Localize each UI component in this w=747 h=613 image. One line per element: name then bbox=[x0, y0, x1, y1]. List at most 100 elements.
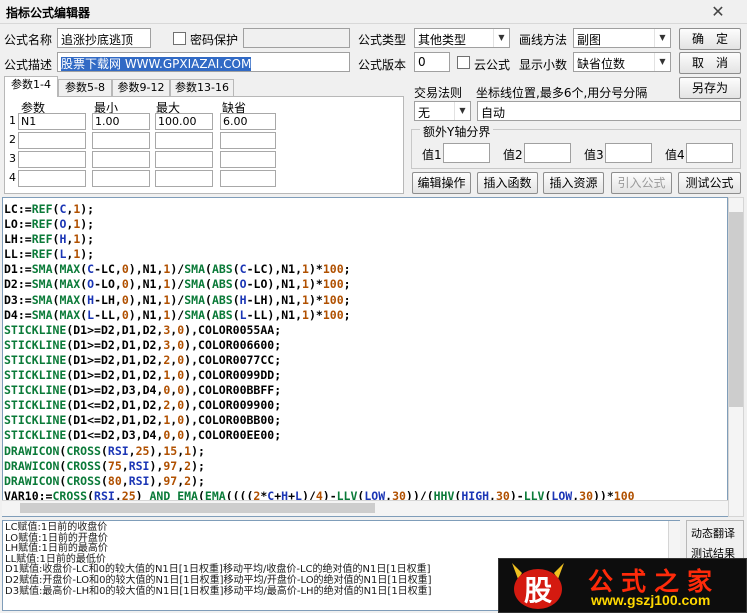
code-line: DRAWICON(CROSS(75,RSI),97,2); bbox=[4, 458, 205, 473]
chevron-down-icon: ▼ bbox=[654, 53, 670, 71]
formula-name-label: 公式名称 bbox=[4, 33, 53, 47]
formula-version-label: 公式版本 bbox=[358, 58, 407, 72]
password-label: 密码保护 bbox=[190, 33, 239, 47]
param-4-default[interactable] bbox=[220, 170, 276, 187]
code-line: LL:=REF(L,1); bbox=[4, 247, 95, 262]
y-value-4-label: 值4 bbox=[665, 148, 685, 162]
param-row-number: 2 bbox=[9, 133, 16, 146]
param-row-number: 4 bbox=[9, 171, 16, 184]
trade-rule-label: 交易法则 bbox=[414, 86, 463, 100]
insert-function-button[interactable]: 插入函数 bbox=[477, 172, 538, 194]
formula-version-input[interactable]: 0 bbox=[414, 52, 450, 72]
param-3-name[interactable] bbox=[18, 151, 86, 168]
param-1-max[interactable]: 100.00 bbox=[155, 113, 213, 130]
ok-button[interactable]: 确 定 bbox=[679, 28, 741, 50]
chevron-down-icon: ▼ bbox=[493, 29, 509, 47]
save-as-button[interactable]: 另存为 bbox=[679, 77, 741, 99]
code-line: DRAWICON(CROSS(80,RSI),97,2); bbox=[4, 473, 205, 488]
watermark-url: www.gszj100.com bbox=[591, 592, 711, 608]
code-line: LC:=REF(C,1); bbox=[4, 202, 95, 216]
tab-params-5-8[interactable]: 参数5-8 bbox=[58, 79, 112, 96]
param-2-max[interactable] bbox=[155, 132, 213, 149]
translation-line: D3赋值:最高价-LH和0的较大值的N1日[1日权重]移动平均/最高价-LH的绝… bbox=[5, 585, 432, 597]
close-icon[interactable]: ✕ bbox=[709, 3, 727, 21]
decimals-label: 显示小数 bbox=[519, 58, 568, 72]
param-1-min[interactable]: 1.00 bbox=[92, 113, 150, 130]
import-formula-button[interactable]: 引入公式 bbox=[611, 172, 672, 194]
code-line: STICKLINE(D1>=D2,D1,D2,1,0),COLOR0099DD; bbox=[4, 368, 282, 383]
svg-text:股: 股 bbox=[524, 574, 552, 607]
param-3-max[interactable] bbox=[155, 151, 213, 168]
tab-dynamic-translation[interactable]: 动态翻译 bbox=[691, 525, 735, 541]
watermark-logo: 股 bbox=[512, 563, 564, 609]
password-checkbox[interactable] bbox=[173, 32, 186, 45]
code-line: LH:=REF(H,1); bbox=[4, 232, 95, 247]
code-vertical-scroll-thumb[interactable] bbox=[729, 212, 743, 407]
chevron-down-icon: ▼ bbox=[654, 29, 670, 47]
translation-line: LC赋值:1日前的收盘价 bbox=[5, 522, 108, 533]
formula-name-input[interactable]: 追涨抄底逃顶 bbox=[57, 28, 151, 48]
y-value-1-label: 值1 bbox=[422, 148, 442, 162]
cloud-formula-checkbox[interactable] bbox=[457, 56, 470, 69]
translation-text: LC赋值:1日前的收盘价 LO赋值:1日前的开盘价 LH赋值:1日前的最高价 LL赋值… bbox=[5, 522, 432, 597]
param-1-name[interactable]: N1 bbox=[18, 113, 86, 130]
code-line: STICKLINE(D1<=D2,D3,D4,0,0),COLOR00EE00; bbox=[4, 428, 282, 443]
y-value-4-input[interactable] bbox=[686, 143, 733, 163]
code-line: LO:=REF(O,1); bbox=[4, 217, 95, 232]
draw-method-select[interactable]: 副图 ▼ bbox=[573, 28, 671, 48]
code-line: DRAWICON(CROSS(RSI,25),15,1); bbox=[4, 443, 205, 458]
code-line: D2:=SMA(MAX(O-LO,0),N1,1)/SMA(ABS(O-LO),… bbox=[4, 277, 351, 292]
code-line: STICKLINE(D1>=D2,D1,D2,2,0),COLOR0077CC; bbox=[4, 352, 282, 367]
draw-method-label: 画线方法 bbox=[519, 33, 568, 47]
cancel-button[interactable]: 取 消 bbox=[679, 52, 741, 74]
y-value-2-label: 值2 bbox=[503, 148, 523, 162]
code-line: STICKLINE(D1>=D2,D3,D4,0,0),COLOR00BBFF; bbox=[4, 383, 282, 398]
tab-params-9-12[interactable]: 参数9-12 bbox=[112, 79, 170, 96]
formula-desc-input[interactable]: 股票下载网 WWW.GPXIAZAI.COM bbox=[57, 52, 350, 72]
code-line: STICKLINE(D1<=D2,D1,D2,1,0),COLOR00BB00; bbox=[4, 413, 282, 428]
coord-lines-input[interactable]: 自动 bbox=[477, 101, 741, 121]
decimals-select[interactable]: 缺省位数 ▼ bbox=[573, 52, 671, 72]
y-value-3-label: 值3 bbox=[584, 148, 604, 162]
edit-ops-button[interactable]: 编辑操作 bbox=[412, 172, 471, 194]
window-title: 指标公式编辑器 bbox=[6, 6, 91, 20]
code-line: STICKLINE(D1>=D2,D1,D2,3,0),COLOR0055AA; bbox=[4, 322, 282, 337]
code-line: STICKLINE(D1>=D2,D1,D2,3,0),COLOR006600; bbox=[4, 337, 282, 352]
y-value-2-input[interactable] bbox=[524, 143, 571, 163]
password-input[interactable] bbox=[243, 28, 350, 48]
translation-line: D2赋值:开盘价-LO和0的较大值的N1日[1日权重]移动平均/开盘价-LO的绝… bbox=[5, 574, 432, 586]
param-2-default[interactable] bbox=[220, 132, 276, 149]
tab-params-13-16[interactable]: 参数13-16 bbox=[170, 79, 234, 96]
param-4-min[interactable] bbox=[92, 170, 150, 187]
param-4-name[interactable] bbox=[18, 170, 86, 187]
trade-rule-select[interactable]: 无 ▼ bbox=[414, 101, 471, 121]
title-bar bbox=[0, 0, 747, 24]
code-editor[interactable]: LC:=REF(C,1); LO:=REF(O,1); LH:=REF(H,1); L… bbox=[2, 197, 728, 517]
test-formula-button[interactable]: 测试公式 bbox=[678, 172, 741, 194]
formula-type-label: 公式类型 bbox=[358, 33, 407, 47]
param-1-default[interactable]: 6.00 bbox=[220, 113, 276, 130]
formula-desc-label: 公式描述 bbox=[4, 58, 53, 72]
formula-type-select[interactable]: 其他类型 ▼ bbox=[414, 28, 510, 48]
cloud-formula-label: 云公式 bbox=[474, 58, 511, 72]
param-row-number: 3 bbox=[9, 152, 16, 165]
y-value-1-input[interactable] bbox=[443, 143, 490, 163]
chevron-down-icon: ▼ bbox=[454, 102, 470, 120]
param-4-max[interactable] bbox=[155, 170, 213, 187]
code-line: D1:=SMA(MAX(C-LC,0),N1,1)/SMA(ABS(C-LC),… bbox=[4, 262, 351, 277]
param-row-number: 1 bbox=[9, 114, 16, 127]
insert-resource-button[interactable]: 插入资源 bbox=[543, 172, 604, 194]
code-line: D3:=SMA(MAX(H-LH,0),N1,1)/SMA(ABS(H-LH),… bbox=[4, 292, 351, 307]
code-horizontal-scroll-thumb[interactable] bbox=[20, 503, 375, 513]
param-2-min[interactable] bbox=[92, 132, 150, 149]
tab-params-1-4[interactable]: 参数1-4 bbox=[4, 76, 58, 97]
code-line: D4:=SMA(MAX(L-LL,0),N1,1)/SMA(ABS(L-LL),… bbox=[4, 307, 351, 322]
y-value-3-input[interactable] bbox=[605, 143, 652, 163]
param-3-default[interactable] bbox=[220, 151, 276, 168]
extra-y-axis-title: 额外Y轴分界 bbox=[420, 123, 494, 140]
code-line: STICKLINE(D1<=D2,D1,D2,2,0),COLOR009900; bbox=[4, 398, 282, 413]
param-3-min[interactable] bbox=[92, 151, 150, 168]
formula-desc-text: 股票下载网 WWW.GPXIAZAI.COM bbox=[61, 57, 252, 71]
coord-lines-label: 坐标线位置,最多6个,用分号分隔 bbox=[476, 86, 648, 100]
param-2-name[interactable] bbox=[18, 132, 86, 149]
